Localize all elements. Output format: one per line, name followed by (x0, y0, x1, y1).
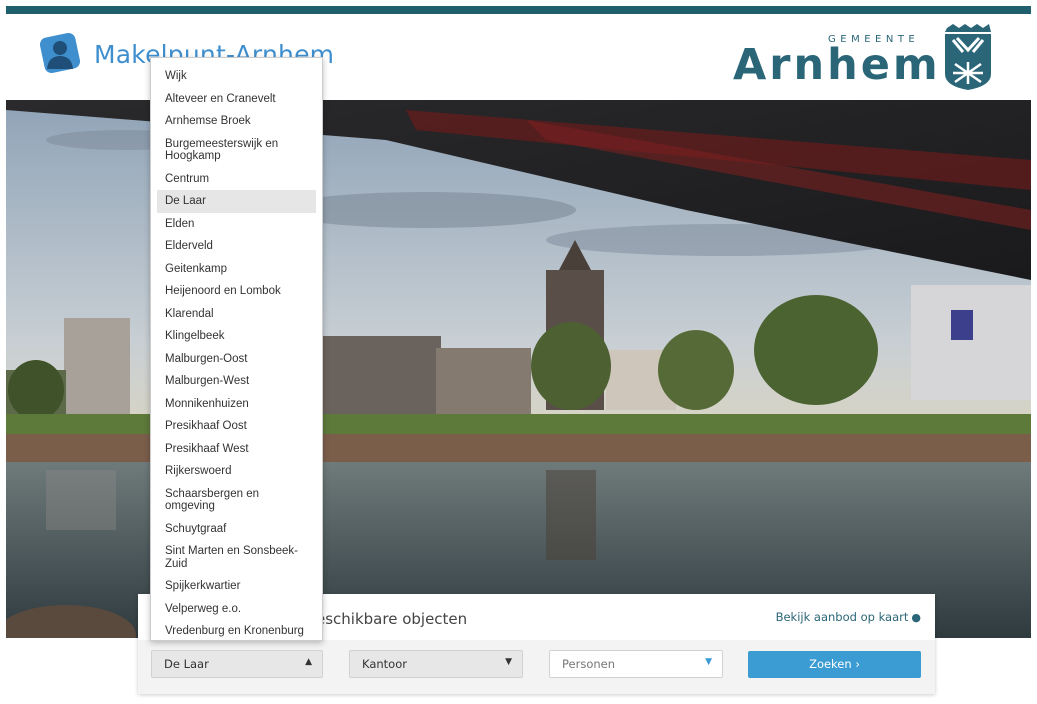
persons-select[interactable]: Personen ▼ (549, 650, 723, 678)
map-view-link-label: Bekijk aanbod op kaart (775, 610, 909, 624)
dropdown-option[interactable]: Burgemeesterswijk en Hoogkamp (157, 133, 316, 168)
dropdown-option[interactable]: Rijkerswoerd (157, 460, 316, 483)
map-view-link[interactable]: Bekijk aanbod op kaart ● (776, 610, 921, 624)
search-button[interactable]: Zoeken › (748, 651, 921, 678)
top-accent-bar (6, 6, 1031, 14)
caret-down-icon: ▼ (505, 657, 512, 667)
wijk-select-value: De Laar (164, 657, 209, 671)
dropdown-option[interactable]: Elden (157, 213, 316, 236)
caret-up-icon: ▲ (305, 657, 312, 667)
dropdown-option[interactable]: Schuytgraaf (157, 518, 316, 541)
dropdown-option[interactable]: Elderveld (157, 235, 316, 258)
dropdown-option[interactable]: Sint Marten en Sonsbeek-Zuid (157, 540, 316, 575)
dropdown-option[interactable]: Heijenoord en Lombok (157, 280, 316, 303)
type-select[interactable]: Kantoor ▼ (349, 650, 523, 678)
available-objects-text: eschikbare objecten (316, 610, 468, 628)
dropdown-option[interactable]: Malburgen-West (157, 370, 316, 393)
municipality-name: Arnhem (733, 40, 941, 90)
map-marker-icon: ● (911, 611, 921, 624)
coat-of-arms-icon (939, 22, 997, 92)
dropdown-option[interactable]: Centrum (157, 168, 316, 191)
dropdown-option[interactable]: Klingelbeek (157, 325, 316, 348)
dropdown-option[interactable]: Vredenburg en Kronenburg (157, 620, 316, 643)
dropdown-option[interactable]: Wijk (157, 65, 316, 88)
dropdown-option[interactable]: Klarendal (157, 303, 316, 326)
dropdown-option[interactable]: Presikhaaf Oost (157, 415, 316, 438)
type-select-value: Kantoor (362, 657, 407, 671)
dropdown-option[interactable]: Velperweg e.o. (157, 598, 316, 621)
dropdown-option[interactable]: Monnikenhuizen (157, 393, 316, 416)
dropdown-option[interactable]: Geitenkamp (157, 258, 316, 281)
dropdown-option[interactable]: De Laar (157, 190, 316, 213)
dropdown-option[interactable]: Presikhaaf West (157, 438, 316, 461)
person-logo-icon[interactable] (38, 32, 82, 76)
dropdown-option[interactable]: Malburgen-Oost (157, 348, 316, 371)
dropdown-option[interactable]: Schaarsbergen en omgeving (157, 483, 316, 518)
dropdown-option[interactable]: Alteveer en Cranevelt (157, 88, 316, 111)
wijk-select[interactable]: De Laar ▲ (151, 650, 323, 678)
persons-select-placeholder: Personen (562, 657, 616, 671)
dropdown-option[interactable]: Arnhemse Broek (157, 110, 316, 133)
dropdown-option[interactable]: Spijkerkwartier (157, 575, 316, 598)
caret-down-icon: ▼ (705, 657, 712, 667)
wijk-dropdown-list: Wijk Alteveer en Cranevelt Arnhemse Broek B… (150, 57, 323, 641)
